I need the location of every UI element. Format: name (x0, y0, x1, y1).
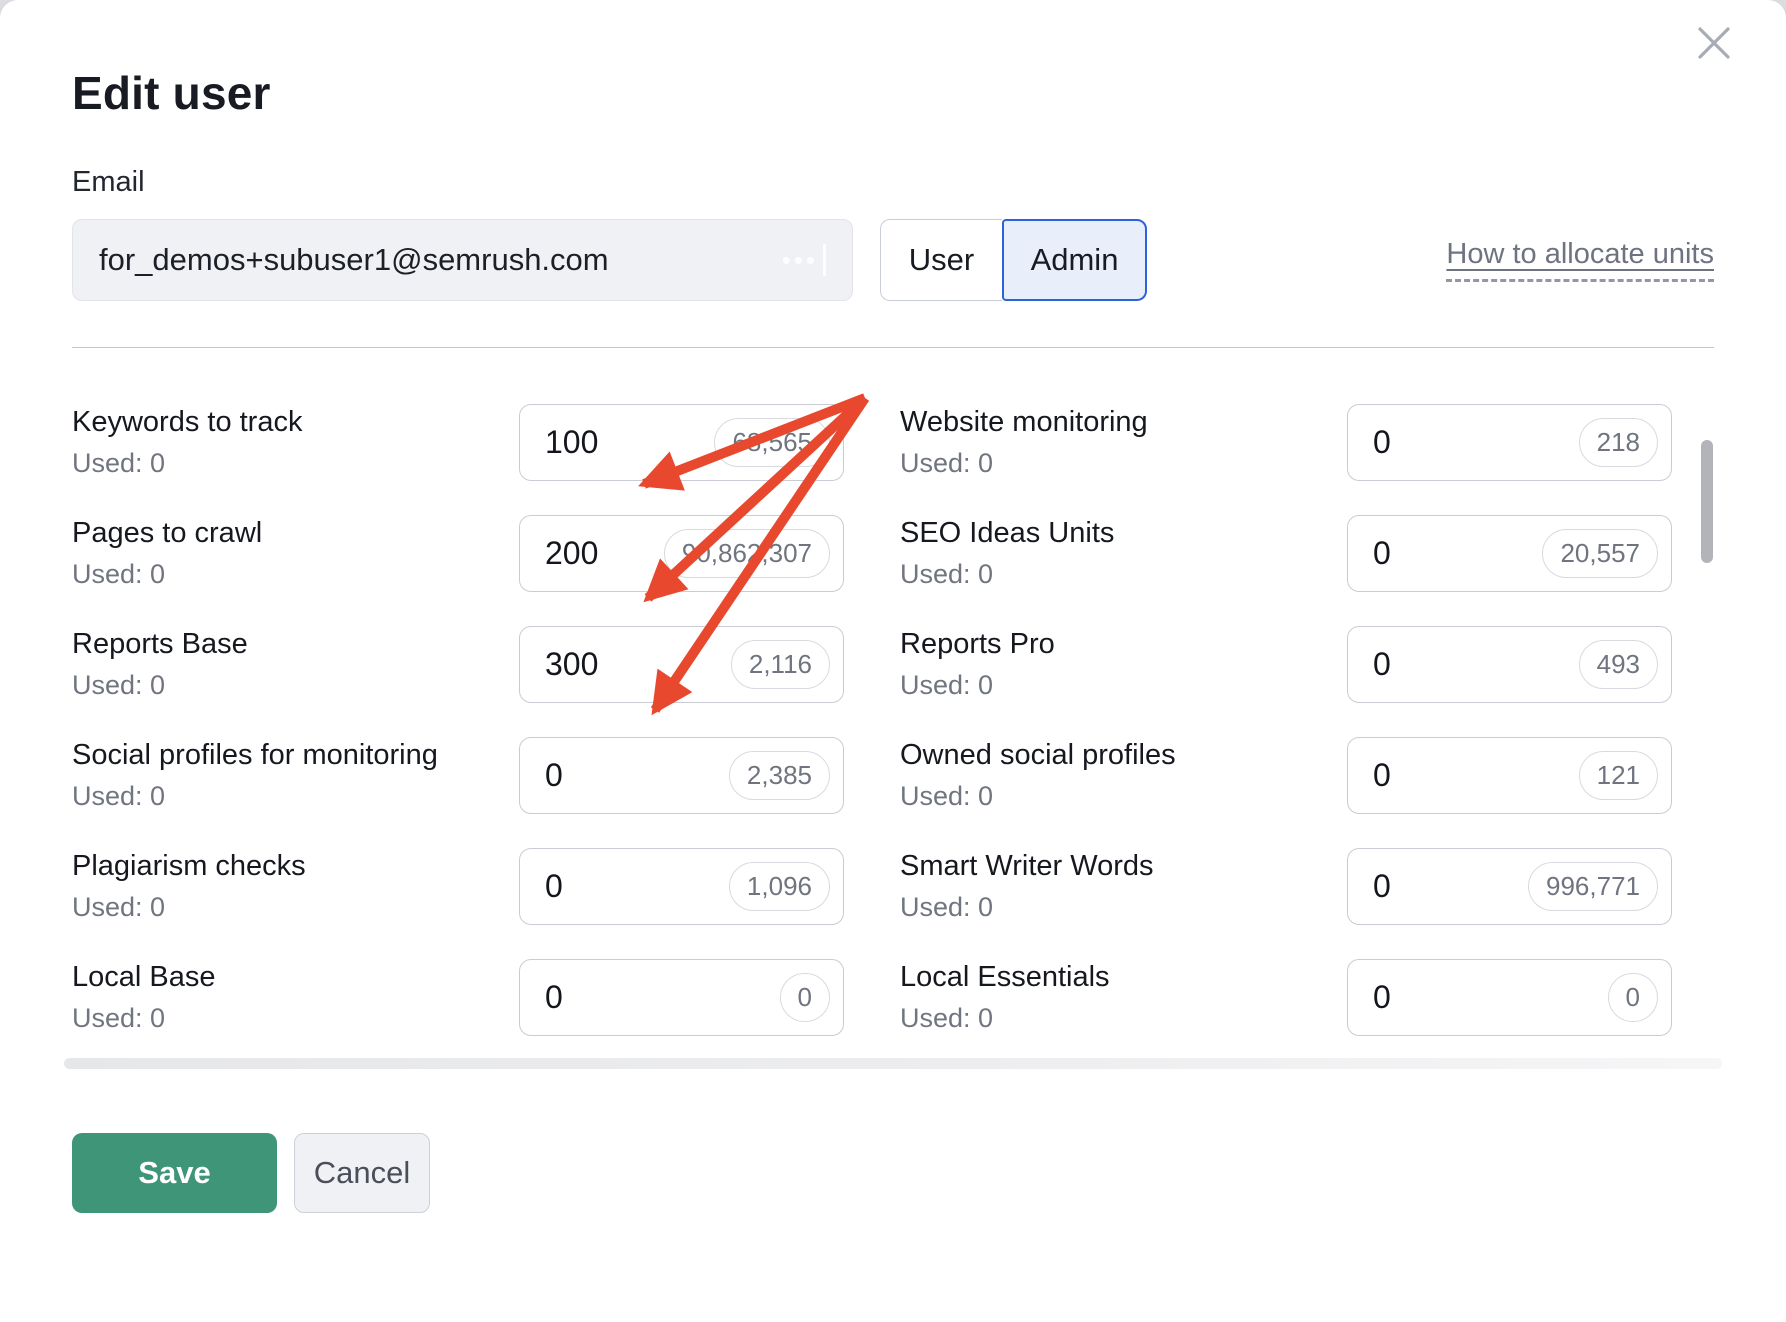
how-to-allocate-units-link[interactable]: How to allocate units (1446, 238, 1714, 282)
unit-total-badge: 2,385 (729, 751, 830, 800)
unit-value: 0 (1373, 424, 1391, 461)
unit-name: Local Base (72, 961, 216, 994)
email-label: Email (72, 166, 1714, 199)
unit-value: 300 (545, 646, 598, 683)
email-input[interactable]: for_demos+subuser1@semrush.com ••• (72, 219, 853, 301)
unit-value: 0 (1373, 868, 1391, 905)
role-toggle: User Admin (880, 219, 1147, 301)
unit-value: 0 (545, 868, 563, 905)
unit-limit-input[interactable]: 0 218 (1347, 404, 1672, 481)
unit-limit-input[interactable]: 100 68,565 (519, 404, 844, 481)
unit-used: Used: 0 (900, 448, 1148, 479)
unit-row-reports-base: Reports Base Used: 0 300 2,116 (72, 626, 844, 703)
save-button[interactable]: Save (72, 1133, 277, 1213)
unit-total-badge: 1,096 (729, 862, 830, 911)
edit-user-dialog: Edit user Email for_demos+subuser1@semru… (0, 0, 1786, 1322)
close-button[interactable] (1692, 22, 1736, 66)
unit-row-website-monitoring: Website monitoring Used: 0 0 218 (900, 404, 1672, 481)
units-grid: Keywords to track Used: 0 100 68,565 Web… (0, 348, 1786, 1036)
unit-row-keywords-to-track: Keywords to track Used: 0 100 68,565 (72, 404, 844, 481)
unit-row-owned-social-profiles: Owned social profiles Used: 0 0 121 (900, 737, 1672, 814)
unit-used: Used: 0 (72, 1003, 216, 1034)
unit-used: Used: 0 (900, 892, 1154, 923)
unit-name: Local Essentials (900, 961, 1110, 994)
unit-value: 100 (545, 424, 598, 461)
unit-limit-input[interactable]: 0 1,096 (519, 848, 844, 925)
unit-total-badge: 68,565 (714, 418, 830, 467)
unit-value: 0 (545, 979, 563, 1016)
unit-used: Used: 0 (72, 559, 262, 590)
unit-value: 0 (1373, 757, 1391, 794)
unit-name: SEO Ideas Units (900, 517, 1114, 550)
unit-limit-input[interactable]: 0 121 (1347, 737, 1672, 814)
unit-name: Pages to crawl (72, 517, 262, 550)
unit-name: Website monitoring (900, 406, 1148, 439)
unit-row-social-profiles-monitoring: Social profiles for monitoring Used: 0 0… (72, 737, 844, 814)
unit-limit-input[interactable]: 0 20,557 (1347, 515, 1672, 592)
horizontal-scrollbar[interactable] (64, 1058, 1722, 1069)
unit-row-plagiarism-checks: Plagiarism checks Used: 0 0 1,096 (72, 848, 844, 925)
email-value: for_demos+subuser1@semrush.com (99, 242, 609, 278)
vertical-scrollbar[interactable] (1701, 440, 1713, 563)
unit-value: 200 (545, 535, 598, 572)
unit-name: Smart Writer Words (900, 850, 1154, 883)
unit-total-badge: 0 (780, 973, 830, 1022)
unit-used: Used: 0 (900, 670, 1055, 701)
unit-name: Owned social profiles (900, 739, 1176, 772)
unit-limit-input[interactable]: 0 0 (1347, 959, 1672, 1036)
unit-value: 0 (1373, 646, 1391, 683)
unit-value: 0 (1373, 535, 1391, 572)
unit-total-badge: 218 (1579, 418, 1658, 467)
page-title: Edit user (72, 66, 1714, 120)
unit-total-badge: 493 (1579, 640, 1658, 689)
unit-limit-input[interactable]: 0 2,385 (519, 737, 844, 814)
unit-used: Used: 0 (900, 781, 1176, 812)
email-row: for_demos+subuser1@semrush.com ••• User … (72, 219, 1714, 301)
unit-name: Reports Base (72, 628, 248, 661)
unit-name: Reports Pro (900, 628, 1055, 661)
role-option-admin[interactable]: Admin (1002, 219, 1147, 301)
unit-row-local-essentials: Local Essentials Used: 0 0 0 (900, 959, 1672, 1036)
cancel-button[interactable]: Cancel (294, 1133, 430, 1213)
unit-name: Keywords to track (72, 406, 302, 439)
unit-value: 0 (1373, 979, 1391, 1016)
unit-limit-input[interactable]: 200 90,862,307 (519, 515, 844, 592)
unit-limit-input[interactable]: 0 0 (519, 959, 844, 1036)
unit-total-badge: 121 (1579, 751, 1658, 800)
unit-row-seo-ideas-units: SEO Ideas Units Used: 0 0 20,557 (900, 515, 1672, 592)
unit-total-badge: 20,557 (1542, 529, 1658, 578)
unit-used: Used: 0 (72, 781, 438, 812)
unit-limit-input[interactable]: 0 493 (1347, 626, 1672, 703)
close-icon (1695, 24, 1733, 65)
unit-used: Used: 0 (72, 448, 302, 479)
unit-row-reports-pro: Reports Pro Used: 0 0 493 (900, 626, 1672, 703)
unit-limit-input[interactable]: 0 996,771 (1347, 848, 1672, 925)
unit-used: Used: 0 (72, 892, 306, 923)
unit-value: 0 (545, 757, 563, 794)
unit-limit-input[interactable]: 300 2,116 (519, 626, 844, 703)
unit-total-badge: 0 (1608, 973, 1658, 1022)
unit-used: Used: 0 (900, 1003, 1110, 1034)
role-option-user[interactable]: User (880, 219, 1002, 301)
unit-row-smart-writer-words: Smart Writer Words Used: 0 0 996,771 (900, 848, 1672, 925)
dialog-footer: Save Cancel (72, 1133, 1714, 1213)
unit-used: Used: 0 (900, 559, 1114, 590)
unit-row-pages-to-crawl: Pages to crawl Used: 0 200 90,862,307 (72, 515, 844, 592)
unit-total-badge: 2,116 (731, 640, 830, 689)
unit-used: Used: 0 (72, 670, 248, 701)
unit-name: Social profiles for monitoring (72, 739, 438, 772)
unit-row-local-base: Local Base Used: 0 0 0 (72, 959, 844, 1036)
unit-total-badge: 90,862,307 (664, 529, 830, 578)
unit-name: Plagiarism checks (72, 850, 306, 883)
text-cursor-ellipsis-icon: ••• (782, 244, 826, 276)
unit-total-badge: 996,771 (1528, 862, 1658, 911)
